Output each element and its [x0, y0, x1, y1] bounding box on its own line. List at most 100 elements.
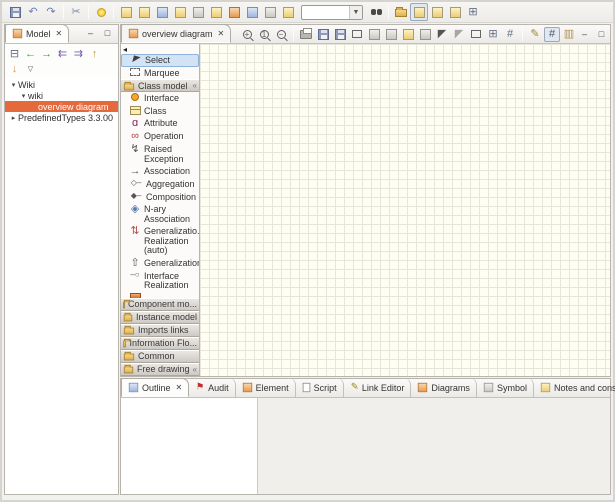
- tab-diagrams[interactable]: Diagrams: [411, 378, 477, 397]
- diagram-tool-button-4[interactable]: [417, 27, 433, 42]
- tree-row-wiki[interactable]: ▾ Wiki: [5, 79, 118, 90]
- hash-grid-button[interactable]: #: [502, 27, 518, 42]
- palette-section-instance-model[interactable]: Instance model: [121, 311, 199, 324]
- tab-element[interactable]: Element: [236, 378, 296, 397]
- prev-reference-button[interactable]: ⇇: [55, 47, 70, 61]
- model-tool-button-1[interactable]: [117, 3, 135, 21]
- search-combo-input[interactable]: [302, 6, 349, 19]
- tree-collapsed-icon[interactable]: ▸: [9, 114, 18, 122]
- pin-icon[interactable]: «: [193, 365, 197, 374]
- move-down-button[interactable]: ↓: [7, 62, 22, 76]
- palette-item-generalization[interactable]: ⇧ Generalization: [121, 257, 199, 270]
- hint-button[interactable]: [92, 3, 110, 21]
- export-image-button[interactable]: [332, 27, 348, 42]
- open-folder-button[interactable]: [392, 3, 410, 21]
- toggle-view-button-2[interactable]: [428, 3, 446, 21]
- tree-expanded-icon[interactable]: ▾: [19, 92, 28, 100]
- palette-tool-marquee[interactable]: Marquee: [121, 67, 199, 80]
- palette-item-attribute[interactable]: ɑ Attribute: [121, 117, 199, 130]
- tab-notes-and-constraints[interactable]: Notes and constraints: [534, 378, 615, 397]
- pencil-button[interactable]: ✎: [527, 27, 543, 42]
- palette-item-rectangle[interactable]: Rectangle: [121, 376, 199, 377]
- pin-icon[interactable]: «: [193, 81, 197, 90]
- cut-button[interactable]: ✂: [67, 3, 85, 21]
- search-combo[interactable]: ▼: [301, 5, 363, 20]
- nav-forward-button[interactable]: →: [39, 47, 54, 61]
- tab-model[interactable]: Model ✕: [5, 24, 69, 43]
- palette-item-interface[interactable]: Interface: [121, 92, 199, 105]
- tab-script[interactable]: Script: [296, 378, 344, 397]
- toggle-view-button-3[interactable]: [446, 3, 464, 21]
- show-grid-button[interactable]: ⊞: [485, 27, 501, 42]
- undo-button[interactable]: ↶: [24, 3, 42, 21]
- tab-link-editor[interactable]: ✎ Link Editor: [344, 378, 412, 397]
- model-tool-button-10[interactable]: [279, 3, 297, 21]
- palette-item-association[interactable]: → Association: [121, 165, 199, 178]
- palette-collapse-button[interactable]: ◂: [121, 44, 199, 54]
- model-tool-button-6[interactable]: [207, 3, 225, 21]
- close-icon[interactable]: ✕: [176, 383, 183, 392]
- diagram-canvas[interactable]: [200, 44, 610, 376]
- palette-item-operation[interactable]: ∞ Operation: [121, 130, 199, 143]
- model-tool-button-4[interactable]: [171, 3, 189, 21]
- tree-row-wiki-child[interactable]: ▾ wiki: [5, 90, 118, 101]
- palette-section-common[interactable]: Common: [121, 350, 199, 363]
- palette-item-composition[interactable]: ◆– Composition: [121, 191, 199, 204]
- grid-view-button[interactable]: ⊞: [464, 3, 482, 21]
- minimize-icon[interactable]: –: [84, 27, 97, 38]
- outline-view-content[interactable]: [121, 398, 258, 494]
- search-button[interactable]: [367, 3, 385, 21]
- diagram-tool-button-2[interactable]: [383, 27, 399, 42]
- maximize-icon[interactable]: □: [595, 29, 608, 40]
- next-reference-button[interactable]: ⇉: [71, 47, 86, 61]
- selection-frame-button[interactable]: [349, 27, 365, 42]
- diagram-tool-button-3[interactable]: [400, 27, 416, 42]
- palette-item-raised-exception[interactable]: ↯ Raised Exception: [121, 143, 199, 165]
- palette-section-imports-links[interactable]: Imports links: [121, 324, 199, 337]
- save-image-button[interactable]: [315, 27, 331, 42]
- palette-item-nary-association[interactable]: ◈ N-ary Association: [121, 203, 199, 225]
- chevron-down-icon[interactable]: ▼: [349, 6, 362, 19]
- tab-outline[interactable]: Outline ✕: [121, 378, 189, 397]
- close-icon[interactable]: ✕: [218, 29, 225, 38]
- page-bars-button[interactable]: ▥: [561, 27, 577, 42]
- minimize-icon[interactable]: –: [578, 29, 591, 40]
- tab-audit[interactable]: ⚑ Audit: [189, 378, 235, 397]
- print-button[interactable]: [298, 27, 314, 42]
- palette-item-interface-realization[interactable]: –○ Interface Realization: [121, 270, 199, 292]
- model-tool-button-7[interactable]: [225, 3, 243, 21]
- tree-row-overview-diagram[interactable]: overview diagram: [5, 101, 118, 112]
- diagram-tool-button-1[interactable]: [366, 27, 382, 42]
- close-icon[interactable]: ✕: [56, 29, 63, 38]
- palette-section-component-model[interactable]: Component mo...: [121, 298, 199, 311]
- model-tool-button-8[interactable]: [243, 3, 261, 21]
- view-menu-button[interactable]: ▽: [23, 62, 38, 76]
- palette-section-information-flow[interactable]: Information Flo...: [121, 337, 199, 350]
- palette-item-generalization-auto[interactable]: ⇅ Generalizatio... Realization (auto): [121, 225, 199, 257]
- pan-mode-button[interactable]: ◤: [451, 27, 467, 42]
- collapse-all-button[interactable]: ⊟: [7, 47, 22, 61]
- snap-grid-button[interactable]: #: [544, 27, 560, 42]
- tree-row-predefinedtypes[interactable]: ▸ PredefinedTypes 3.3.00: [5, 112, 118, 123]
- palette-tool-select[interactable]: ◤ Select: [121, 54, 199, 67]
- nav-back-button[interactable]: ←: [23, 47, 38, 61]
- select-mode-button[interactable]: ◤: [434, 27, 450, 42]
- fit-frame-button[interactable]: [468, 27, 484, 42]
- palette-item-class[interactable]: Class: [121, 105, 199, 118]
- model-tool-button-2[interactable]: [135, 3, 153, 21]
- redo-button[interactable]: ↷: [42, 3, 60, 21]
- tab-symbol[interactable]: Symbol: [477, 378, 534, 397]
- zoom-original-button[interactable]: 1: [256, 27, 272, 42]
- maximize-icon[interactable]: □: [101, 27, 114, 38]
- tab-overview-diagram[interactable]: overview diagram ✕: [121, 24, 231, 43]
- palette-item-aggregation[interactable]: ◇– Aggregation: [121, 178, 199, 191]
- zoom-in-button[interactable]: +: [239, 27, 255, 42]
- model-tool-button-3[interactable]: [153, 3, 171, 21]
- palette-section-class-model[interactable]: Class model «: [121, 79, 199, 92]
- move-up-button[interactable]: ↑: [87, 47, 102, 61]
- tree-expanded-icon[interactable]: ▾: [9, 81, 18, 89]
- model-tool-button-5[interactable]: [189, 3, 207, 21]
- save-button[interactable]: [6, 3, 24, 21]
- toggle-view-button-1[interactable]: [410, 3, 428, 21]
- palette-section-free-drawing[interactable]: Free drawing «: [121, 363, 199, 376]
